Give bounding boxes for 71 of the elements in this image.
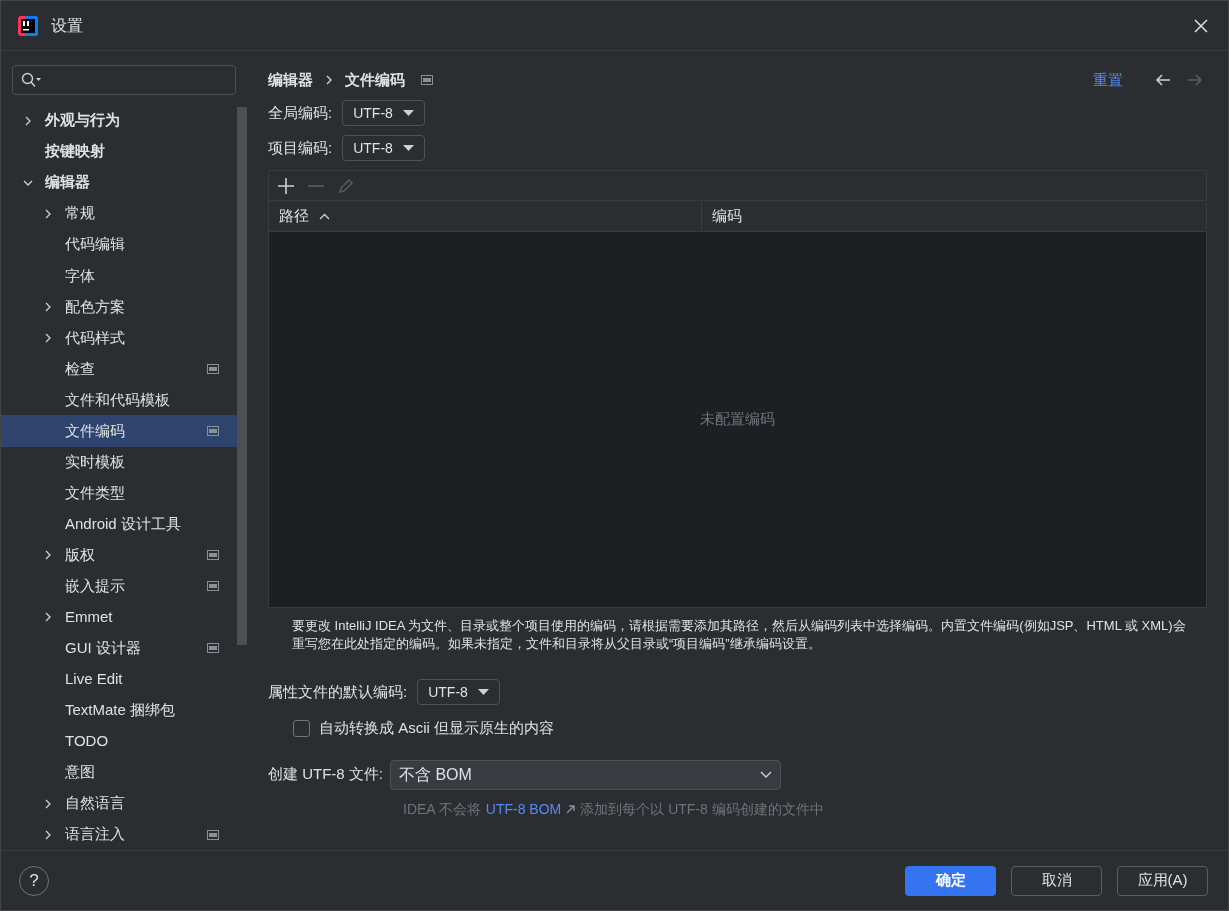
- sidebar-item[interactable]: TODO: [1, 725, 237, 757]
- scope-icon: [421, 75, 433, 85]
- note-text: IDEA 不会将: [403, 799, 481, 819]
- breadcrumb-item: 文件编码: [345, 69, 405, 90]
- field-label: 创建 UTF-8 文件:: [268, 764, 383, 785]
- chevron-right-icon: [325, 75, 333, 85]
- dropdown-arrow-icon: [402, 109, 414, 117]
- sidebar-item[interactable]: 代码编辑: [1, 229, 237, 261]
- search-icon: [21, 72, 43, 88]
- chevron-right-icon[interactable]: [43, 798, 53, 809]
- dropdown-arrow-icon: [402, 144, 414, 152]
- close-icon[interactable]: [1194, 18, 1208, 33]
- dialog-button[interactable]: 应用(A): [1117, 865, 1208, 896]
- checkbox-label: 自动转换成 Ascii 但显示原生的内容: [319, 718, 554, 738]
- sidebar-item[interactable]: TextMate 捆绑包: [1, 694, 237, 726]
- chevron-right-icon[interactable]: [43, 829, 53, 840]
- sidebar-item[interactable]: GUI 设计器: [1, 632, 237, 664]
- sidebar-item[interactable]: 字体: [1, 260, 237, 292]
- sidebar-item[interactable]: 意图: [1, 757, 237, 789]
- column-header[interactable]: 路径: [269, 201, 702, 231]
- bom-dropdown[interactable]: 不含 BOM: [390, 759, 781, 790]
- empty-table-message: 未配置编码: [700, 409, 775, 430]
- chevron-right-icon[interactable]: [43, 301, 53, 312]
- external-link-icon: [566, 804, 576, 814]
- sort-ascending-icon: [319, 212, 330, 220]
- chevron-right-icon[interactable]: [23, 115, 33, 126]
- ok-button[interactable]: 确定: [905, 865, 996, 896]
- column-header[interactable]: 编码: [702, 201, 1206, 231]
- sidebar-item[interactable]: 实时模板: [1, 446, 237, 478]
- reset-link[interactable]: 重置: [1093, 68, 1123, 92]
- sidebar-item[interactable]: Emmet: [1, 601, 237, 633]
- sidebar-item[interactable]: 常规: [1, 198, 237, 230]
- sidebar-item[interactable]: 文件和代码模板: [1, 384, 237, 416]
- dropdown-arrow-icon: [477, 688, 489, 696]
- sidebar-item[interactable]: 代码样式: [1, 322, 237, 354]
- sidebar-item[interactable]: 外观与行为: [1, 105, 237, 137]
- scrollbar[interactable]: [237, 107, 247, 645]
- sidebar-item[interactable]: 版权: [1, 539, 237, 571]
- breadcrumb-item[interactable]: 编辑器: [268, 68, 313, 92]
- field-label: 项目编码:: [268, 137, 333, 158]
- dialog-button[interactable]: 取消: [1011, 865, 1102, 896]
- hint-text: 要更改 IntelliJ IDEA 为文件、目录或整个项目使用的编码，请根据需要添加其路径，然后从编码列表中选择编码。内置文件编码(例如JSP、HTML 或 XML)会重写您在此处指定的编码。如果未指定，文件和目录将从父目录或“项目编码”继承编码设置。: [292, 617, 1187, 653]
- add-icon[interactable]: [277, 176, 295, 195]
- app-logo-icon: [17, 14, 39, 37]
- sidebar-item[interactable]: 文件类型: [1, 477, 237, 509]
- sidebar-item[interactable]: 检查: [1, 353, 237, 385]
- chevron-right-icon[interactable]: [43, 612, 53, 623]
- sidebar-item[interactable]: Android 设计工具: [1, 508, 237, 540]
- sidebar-item[interactable]: 文件编码: [1, 415, 237, 447]
- search-field[interactable]: [12, 65, 236, 95]
- chevron-right-icon[interactable]: [43, 332, 53, 343]
- encoding-dropdown[interactable]: UTF-8: [417, 679, 500, 705]
- window-title: 设置: [51, 15, 83, 36]
- sidebar-item[interactable]: 嵌入提示: [1, 570, 237, 602]
- sidebar-item[interactable]: 语言注入: [1, 819, 237, 851]
- checkbox[interactable]: [293, 719, 310, 737]
- chevron-down-icon: [760, 770, 772, 779]
- sidebar-item[interactable]: 编辑器: [1, 167, 237, 199]
- note-text: 添加到每个以 UTF-8 编码创建的文件中: [580, 799, 824, 819]
- chevron-right-icon[interactable]: [43, 208, 53, 219]
- field-label: 全局编码:: [268, 102, 333, 123]
- sidebar-item[interactable]: 配色方案: [1, 291, 237, 323]
- encoding-dropdown[interactable]: UTF-8: [342, 100, 425, 126]
- encoding-dropdown[interactable]: UTF-8: [342, 135, 425, 161]
- sidebar-item[interactable]: Live Edit: [1, 663, 237, 695]
- field-label: 属性文件的默认编码:: [268, 681, 408, 702]
- back-arrow-icon[interactable]: [1155, 73, 1171, 87]
- bom-link[interactable]: UTF-8 BOM: [485, 798, 562, 820]
- chevron-right-icon[interactable]: [43, 550, 53, 561]
- sidebar-item[interactable]: 按键映射: [1, 136, 237, 168]
- sidebar-item[interactable]: 自然语言: [1, 788, 237, 820]
